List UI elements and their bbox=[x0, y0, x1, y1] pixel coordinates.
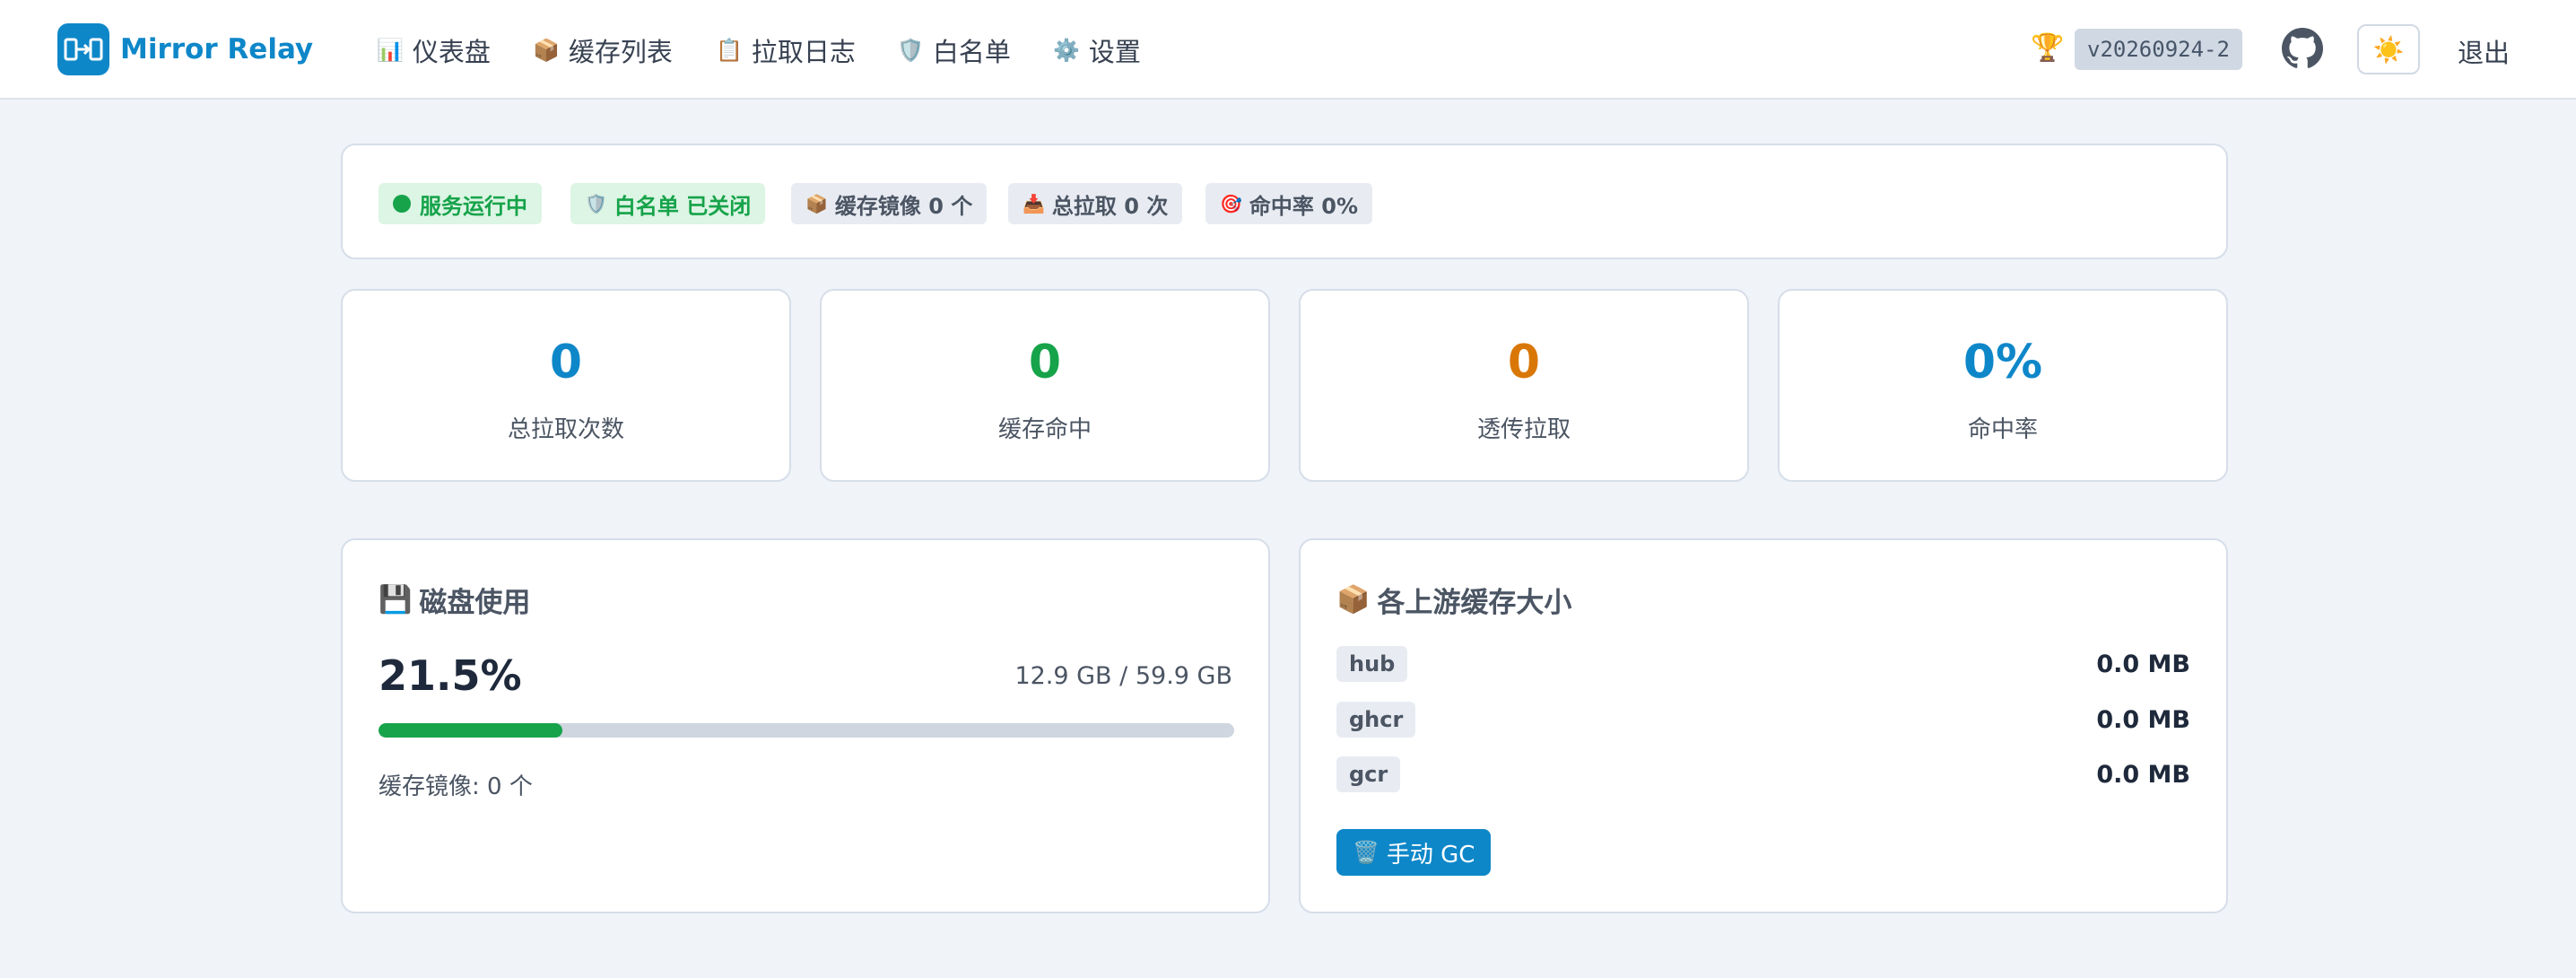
disk-size: 12.9 GB / 59.9 GB bbox=[1014, 662, 1232, 690]
nav-label: 设置 bbox=[1088, 37, 1141, 67]
stat-value: 0 bbox=[1028, 336, 1062, 389]
disk-progress-fill bbox=[379, 723, 563, 738]
nav-dashboard[interactable]: 📊 仪表盘 bbox=[377, 31, 491, 70]
shield-icon: 🛡️ bbox=[897, 38, 924, 63]
floppy-disk-icon: 💾 bbox=[379, 584, 413, 616]
nav-label: 白名单 bbox=[932, 37, 1011, 67]
upstream-size: 0.0 MB bbox=[2096, 650, 2190, 678]
download-tray-icon: 📥 bbox=[1023, 193, 1045, 214]
manual-gc-button[interactable]: 🗑️ 手动 GC bbox=[1336, 829, 1492, 876]
disk-cached-images: 缓存镜像: 0 个 bbox=[379, 773, 533, 800]
stat-value: 0% bbox=[1962, 336, 2043, 389]
upstream-name: gcr bbox=[1336, 756, 1401, 792]
upstream-row: hub 0.0 MB bbox=[1336, 646, 2190, 682]
clipboard-icon: 📋 bbox=[716, 38, 743, 63]
nav-label: 拉取日志 bbox=[751, 37, 856, 67]
sun-icon: ☀️ bbox=[2372, 34, 2405, 65]
nav-whitelist[interactable]: 🛡️ 白名单 bbox=[897, 31, 1011, 70]
top-navbar: Mirror Relay 📊 仪表盘 📦 缓存列表 📋 拉取日志 🛡️ 白名单 … bbox=[0, 0, 2576, 100]
relay-logo-icon bbox=[57, 23, 109, 75]
theme-toggle-button[interactable]: ☀️ bbox=[2357, 24, 2420, 74]
upstream-row: ghcr 0.0 MB bbox=[1336, 702, 2190, 738]
panel-title: 💾 磁盘使用 bbox=[379, 584, 531, 619]
gear-icon: ⚙️ bbox=[1053, 38, 1080, 63]
trophy-icon[interactable]: 🏆 bbox=[2031, 32, 2064, 64]
app-logo[interactable]: Mirror Relay bbox=[57, 23, 313, 75]
stat-card-hit-rate: 0% 命中率 bbox=[1778, 289, 2228, 482]
logout-link[interactable]: 退出 bbox=[2458, 32, 2510, 70]
github-icon[interactable] bbox=[2282, 28, 2323, 69]
stat-card-total-pulls: 0 总拉取次数 bbox=[341, 289, 791, 482]
stat-label: 缓存命中 bbox=[997, 416, 1092, 443]
status-dot-icon bbox=[393, 195, 411, 213]
disk-progress-bar bbox=[379, 723, 1234, 738]
panel-title: 📦 各上游缓存大小 bbox=[1336, 584, 1572, 619]
stat-card-passthrough: 0 透传拉取 bbox=[1299, 289, 1749, 482]
version-badge: v20260924-2 bbox=[2075, 29, 2242, 70]
nav-settings[interactable]: ⚙️ 设置 bbox=[1053, 31, 1141, 70]
nav-cache-list[interactable]: 📦 缓存列表 bbox=[533, 31, 673, 70]
stat-label: 透传拉取 bbox=[1476, 416, 1571, 443]
shield-icon: 🛡️ bbox=[585, 193, 607, 214]
upstream-cache-panel: 📦 各上游缓存大小 hub 0.0 MB ghcr 0.0 MB gcr 0.0… bbox=[1299, 538, 2228, 913]
total-pulls-badge: 📥 总拉取 0 次 bbox=[1008, 183, 1183, 224]
disk-usage-panel: 💾 磁盘使用 21.5% 12.9 GB / 59.9 GB 缓存镜像: 0 个 bbox=[341, 538, 1270, 913]
stat-value: 0 bbox=[1507, 336, 1541, 389]
nav-label: 缓存列表 bbox=[568, 37, 673, 67]
package-icon: 📦 bbox=[533, 38, 560, 63]
upstream-size: 0.0 MB bbox=[2096, 760, 2190, 789]
stat-label: 命中率 bbox=[1967, 416, 2038, 443]
cached-images-badge: 📦 缓存镜像 0 个 bbox=[791, 183, 988, 224]
stat-card-cache-hits: 0 缓存命中 bbox=[820, 289, 1270, 482]
package-icon: 📦 bbox=[805, 193, 828, 214]
stat-label: 总拉取次数 bbox=[507, 416, 624, 443]
upstream-name: ghcr bbox=[1336, 702, 1416, 738]
stat-value: 0 bbox=[549, 336, 583, 389]
package-icon: 📦 bbox=[1336, 584, 1371, 616]
upstream-size: 0.0 MB bbox=[2096, 705, 2190, 734]
upstream-row: gcr 0.0 MB bbox=[1336, 756, 2190, 792]
status-bar: 服务运行中 🛡️ 白名单 已关闭 📦 缓存镜像 0 个 📥 总拉取 0 次 🎯 … bbox=[341, 144, 2228, 259]
chart-icon: 📊 bbox=[377, 38, 404, 63]
app-name: Mirror Relay bbox=[120, 33, 314, 65]
nav-label: 仪表盘 bbox=[412, 37, 491, 67]
service-status-badge: 服务运行中 bbox=[379, 183, 542, 224]
nav-pull-logs[interactable]: 📋 拉取日志 bbox=[716, 31, 856, 70]
upstream-name: hub bbox=[1336, 646, 1408, 682]
hit-rate-badge: 🎯 命中率 0% bbox=[1205, 183, 1373, 224]
whitelist-status-badge: 🛡️ 白名单 已关闭 bbox=[570, 183, 766, 224]
disk-percent: 21.5% bbox=[379, 651, 522, 700]
target-icon: 🎯 bbox=[1220, 193, 1242, 214]
trash-icon: 🗑️ bbox=[1353, 840, 1379, 865]
